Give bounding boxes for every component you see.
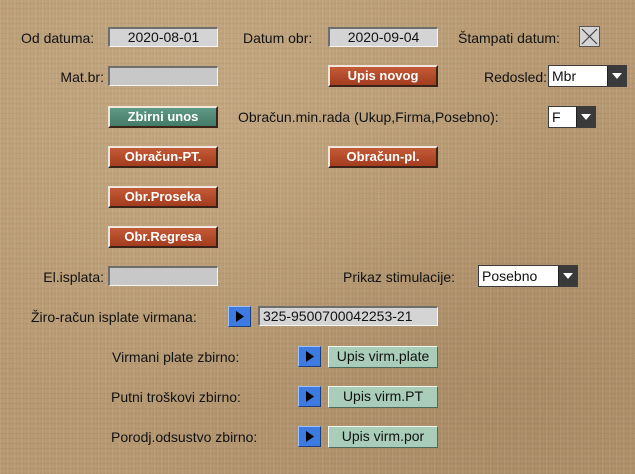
- stampati-datum-label: Štampati datum:: [458, 30, 560, 46]
- obr-proseka-button[interactable]: Obr.Proseka: [108, 186, 218, 208]
- play-right-icon: [306, 431, 314, 442]
- mat-br-label: Mat.br:: [60, 69, 104, 85]
- prikaz-stimulacije-select[interactable]: Posebno: [478, 265, 578, 287]
- porodj-odsustvo-arrow-button[interactable]: [298, 426, 321, 447]
- od-datuma-label: Od datuma:: [21, 30, 95, 46]
- mat-br-field[interactable]: [108, 66, 218, 86]
- ziro-racun-field[interactable]: 325-9500700042253-21: [258, 306, 438, 326]
- chevron-down-icon[interactable]: [558, 266, 577, 286]
- putni-troskovi-label: Putni troškovi zbirno:: [111, 389, 241, 405]
- el-isplata-label: El.isplata:: [43, 269, 104, 285]
- datum-obr-label: Datum obr:: [243, 30, 313, 46]
- obracun-pl-button[interactable]: Obračun-pl.: [328, 146, 438, 168]
- virmani-plate-arrow-button[interactable]: [298, 346, 321, 367]
- od-datuma-field[interactable]: 2020-08-01: [108, 27, 218, 47]
- prikaz-stimulacije-value: Posebno: [482, 268, 538, 284]
- zbirni-unos-button[interactable]: Zbirni unos: [108, 106, 218, 128]
- obracun-min-rada-value: F: [552, 109, 561, 125]
- upis-virm-pt-button[interactable]: Upis virm.PT: [328, 386, 438, 408]
- putni-troskovi-arrow-button[interactable]: [298, 386, 321, 407]
- chevron-down-icon[interactable]: [607, 66, 626, 86]
- play-right-icon: [306, 391, 314, 402]
- chevron-down-icon[interactable]: [576, 107, 595, 127]
- redosled-select[interactable]: Mbr: [548, 65, 627, 87]
- prikaz-stimulacije-label: Prikaz stimulacije:: [343, 269, 456, 285]
- porodj-odsustvo-label: Porodj.odsustvo zbirno:: [111, 429, 258, 445]
- redosled-value: Mbr: [552, 68, 577, 84]
- upis-virm-plate-button[interactable]: Upis virm.plate: [328, 346, 438, 368]
- upis-novog-button[interactable]: Upis novog: [328, 65, 438, 87]
- redosled-label: Redosled:: [484, 69, 548, 85]
- virmani-plate-label: Virmani plate zbirno:: [112, 349, 240, 365]
- datum-obr-field[interactable]: 2020-09-04: [328, 27, 438, 47]
- stampati-datum-checkbox[interactable]: [579, 26, 600, 47]
- el-isplata-field[interactable]: [108, 266, 218, 286]
- obr-regresa-button[interactable]: Obr.Regresa: [108, 226, 218, 248]
- ziro-racun-label: Žiro-račun isplate virmana:: [31, 309, 197, 325]
- ziro-racun-arrow-button[interactable]: [228, 306, 251, 327]
- obracun-min-rada-select[interactable]: F: [548, 106, 596, 128]
- obracun-min-rada-label: Obračun.min.rada (Ukup,Firma,Posebno):: [238, 109, 499, 125]
- play-right-icon: [236, 311, 244, 322]
- upis-virm-por-button[interactable]: Upis virm.por: [328, 426, 438, 448]
- play-right-icon: [306, 351, 314, 362]
- checkbox-x-icon: [581, 28, 598, 45]
- obracun-pt-button[interactable]: Obračun-PT.: [108, 146, 218, 168]
